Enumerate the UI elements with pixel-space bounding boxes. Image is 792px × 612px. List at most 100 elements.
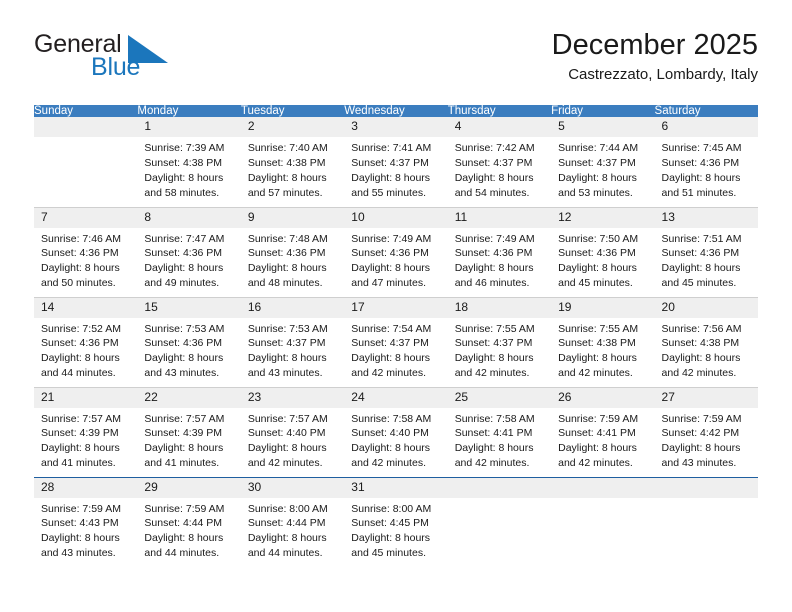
day-number: 22 xyxy=(137,387,241,408)
sun-info: Sunrise: 7:57 AM Sunset: 4:40 PM Daylight:… xyxy=(241,408,344,472)
calendar-day-cell[interactable]: 24 Sunrise: 7:58 AM Sunset: 4:40 PM Dayligh… xyxy=(344,386,448,477)
calendar-day-cell[interactable]: 27 Sunrise: 7:59 AM Sunset: 4:42 PM Dayligh… xyxy=(654,386,758,477)
calendar-day-cell[interactable]: 23 Sunrise: 7:57 AM Sunset: 4:40 PM Dayligh… xyxy=(240,386,345,477)
daylight-duration-line2: and 42 minutes. xyxy=(351,367,426,380)
daylight-duration-line2: and 42 minutes. xyxy=(661,367,737,380)
daylight-duration-line2: and 42 minutes. xyxy=(454,457,530,470)
sunset-time: Sunset: 4:37 PM xyxy=(454,156,533,169)
calendar-week-row: 7 Sunrise: 7:46 AM Sunset: 4:36 PM Daylight… xyxy=(34,206,758,297)
daylight-duration-line1: Daylight: 8 hours xyxy=(351,171,431,184)
day-number: 16 xyxy=(240,297,345,318)
sunset-time: Sunset: 4:36 PM xyxy=(144,337,223,350)
calendar-header-row: Sunday Monday Tuesday Wednesday Thursday… xyxy=(34,105,758,117)
calendar-day-cell[interactable]: 7 Sunrise: 7:46 AM Sunset: 4:36 PM Daylight… xyxy=(34,206,138,297)
sun-info: Sunrise: 7:51 AM Sunset: 4:36 PM Daylight:… xyxy=(655,228,758,292)
daylight-duration-line2: and 57 minutes. xyxy=(247,186,323,199)
calendar-day-cell[interactable]: 25 Sunrise: 7:58 AM Sunset: 4:41 PM Dayligh… xyxy=(447,386,552,477)
logo-text-blue: Blue xyxy=(91,53,141,81)
daylight-duration-line2: and 41 minutes. xyxy=(41,457,116,470)
sunrise-time: Sunrise: 7:46 AM xyxy=(41,232,121,245)
calendar-day-cell[interactable]: 20 Sunrise: 7:56 AM Sunset: 4:38 PM Dayligh… xyxy=(654,296,758,387)
daylight-duration-line2: and 55 minutes. xyxy=(351,186,426,199)
sun-info: Sunrise: 8:00 AM Sunset: 4:45 PM Daylight:… xyxy=(344,498,447,562)
daylight-duration-line1: Daylight: 8 hours xyxy=(351,352,431,365)
daylight-duration-line2: and 53 minutes. xyxy=(558,186,633,199)
weekday-header-wednesday: Wednesday xyxy=(344,105,448,117)
sun-info: Sunrise: 7:58 AM Sunset: 4:41 PM Daylight:… xyxy=(448,408,551,472)
sunrise-time: Sunrise: 7:59 AM xyxy=(661,412,742,425)
calendar-day-cell[interactable]: 15 Sunrise: 7:53 AM Sunset: 4:36 PM Dayligh… xyxy=(137,296,241,387)
calendar-day-cell[interactable]: 18 Sunrise: 7:55 AM Sunset: 4:37 PM Dayligh… xyxy=(447,296,552,387)
weekday-header-friday: Friday xyxy=(551,105,655,117)
calendar-day-cell[interactable]: 26 Sunrise: 7:59 AM Sunset: 4:41 PM Dayligh… xyxy=(551,386,655,477)
calendar-day-cell[interactable]: 17 Sunrise: 7:54 AM Sunset: 4:37 PM Dayligh… xyxy=(344,296,448,387)
daylight-duration-line2: and 44 minutes. xyxy=(247,547,323,560)
calendar-day-cell[interactable]: 5 Sunrise: 7:44 AM Sunset: 4:37 PM Daylight… xyxy=(551,117,655,207)
sunset-time: Sunset: 4:39 PM xyxy=(144,427,223,440)
general-blue-logo[interactable]: General Blue xyxy=(34,30,274,92)
calendar-day-cell[interactable]: 2 Sunrise: 7:40 AM Sunset: 4:38 PM Daylight… xyxy=(240,117,345,207)
calendar-day-cell[interactable]: 29 Sunrise: 7:59 AM Sunset: 4:44 PM Dayligh… xyxy=(137,476,241,567)
day-number: 18 xyxy=(447,297,552,318)
daylight-duration-line1: Daylight: 8 hours xyxy=(558,171,637,184)
day-number xyxy=(551,477,655,498)
sun-info: Sunrise: 7:59 AM Sunset: 4:43 PM Daylight:… xyxy=(34,498,137,562)
calendar-day-cell[interactable]: 1 Sunrise: 7:39 AM Sunset: 4:38 PM Daylight… xyxy=(137,117,241,207)
location-subtitle: Castrezzato, Lombardy, Italy xyxy=(568,66,758,84)
daylight-duration-line2: and 49 minutes. xyxy=(144,277,220,290)
calendar-day-cell[interactable]: 6 Sunrise: 7:45 AM Sunset: 4:36 PM Daylight… xyxy=(654,117,758,207)
calendar-day-cell[interactable]: 28 Sunrise: 7:59 AM Sunset: 4:43 PM Dayligh… xyxy=(34,476,138,567)
sun-info: Sunrise: 7:49 AM Sunset: 4:36 PM Daylight:… xyxy=(344,228,447,292)
calendar-day-cell[interactable]: 14 Sunrise: 7:52 AM Sunset: 4:36 PM Dayligh… xyxy=(34,296,138,387)
calendar-day-cell[interactable]: 10 Sunrise: 7:49 AM Sunset: 4:36 PM Dayligh… xyxy=(344,206,448,297)
day-number: 28 xyxy=(34,477,138,498)
calendar-day-cell[interactable]: 4 Sunrise: 7:42 AM Sunset: 4:37 PM Daylight… xyxy=(447,117,552,207)
sunset-time: Sunset: 4:38 PM xyxy=(558,337,636,350)
daylight-duration-line1: Daylight: 8 hours xyxy=(661,442,741,455)
sun-info: Sunrise: 7:54 AM Sunset: 4:37 PM Daylight:… xyxy=(344,318,447,382)
weekday-header-sunday: Sunday xyxy=(34,105,138,117)
calendar-day-cell[interactable]: 13 Sunrise: 7:51 AM Sunset: 4:36 PM Dayligh… xyxy=(654,206,758,297)
calendar-day-cell[interactable]: 19 Sunrise: 7:55 AM Sunset: 4:38 PM Dayligh… xyxy=(551,296,655,387)
calendar-day-cell[interactable]: 21 Sunrise: 7:57 AM Sunset: 4:39 PM Dayligh… xyxy=(34,386,138,477)
sunrise-time: Sunrise: 7:59 AM xyxy=(558,412,639,425)
sunset-time: Sunset: 4:37 PM xyxy=(558,156,636,169)
daylight-duration-line2: and 44 minutes. xyxy=(144,547,220,560)
daylight-duration-line2: and 42 minutes. xyxy=(247,457,323,470)
calendar-day-cell-empty xyxy=(654,476,758,567)
sun-info: Sunrise: 7:58 AM Sunset: 4:40 PM Daylight:… xyxy=(344,408,447,472)
daylight-duration-line1: Daylight: 8 hours xyxy=(454,171,534,184)
calendar-day-cell[interactable]: 31 Sunrise: 8:00 AM Sunset: 4:45 PM Dayligh… xyxy=(344,476,448,567)
sunrise-time: Sunrise: 7:49 AM xyxy=(454,232,535,245)
calendar-day-cell[interactable]: 11 Sunrise: 7:49 AM Sunset: 4:36 PM Dayligh… xyxy=(447,206,552,297)
weekday-header-tuesday: Tuesday xyxy=(240,105,345,117)
calendar-day-cell[interactable]: 22 Sunrise: 7:57 AM Sunset: 4:39 PM Dayligh… xyxy=(137,386,241,477)
daylight-duration-line2: and 43 minutes. xyxy=(144,367,220,380)
sunrise-time: Sunrise: 7:50 AM xyxy=(558,232,639,245)
sun-info: Sunrise: 7:53 AM Sunset: 4:37 PM Daylight:… xyxy=(241,318,344,382)
sun-info: Sunrise: 7:45 AM Sunset: 4:36 PM Daylight:… xyxy=(655,137,758,201)
sunrise-time: Sunrise: 7:53 AM xyxy=(144,322,225,335)
calendar-day-cell[interactable]: 30 Sunrise: 8:00 AM Sunset: 4:44 PM Dayligh… xyxy=(240,476,345,567)
calendar-day-cell[interactable]: 9 Sunrise: 7:48 AM Sunset: 4:36 PM Daylight… xyxy=(240,206,345,297)
day-number xyxy=(34,117,138,137)
daylight-duration-line2: and 42 minutes. xyxy=(351,457,426,470)
daylight-duration-line2: and 46 minutes. xyxy=(454,277,530,290)
sunset-time: Sunset: 4:42 PM xyxy=(661,427,740,440)
sunset-time: Sunset: 4:38 PM xyxy=(661,337,740,350)
calendar-week-row: 14 Sunrise: 7:52 AM Sunset: 4:36 PM Dayligh… xyxy=(34,296,758,387)
weekday-header-thursday: Thursday xyxy=(447,105,552,117)
daylight-duration-line1: Daylight: 8 hours xyxy=(351,262,431,275)
page-header: General Blue December 2025 Castrezzato, … xyxy=(34,29,758,96)
calendar-day-cell[interactable]: 3 Sunrise: 7:41 AM Sunset: 4:37 PM Daylight… xyxy=(344,117,448,207)
calendar-day-cell[interactable]: 12 Sunrise: 7:50 AM Sunset: 4:36 PM Dayligh… xyxy=(551,206,655,297)
daylight-duration-line1: Daylight: 8 hours xyxy=(558,262,637,275)
calendar-day-cell[interactable]: 8 Sunrise: 7:47 AM Sunset: 4:36 PM Daylight… xyxy=(137,206,241,297)
sunrise-time: Sunrise: 7:58 AM xyxy=(351,412,432,425)
daylight-duration-line2: and 45 minutes. xyxy=(351,547,426,560)
daylight-duration-line2: and 45 minutes. xyxy=(558,277,633,290)
day-number: 17 xyxy=(344,297,448,318)
calendar-day-cell[interactable]: 16 Sunrise: 7:53 AM Sunset: 4:37 PM Dayligh… xyxy=(240,296,345,387)
day-number: 24 xyxy=(344,387,448,408)
sun-info: Sunrise: 7:55 AM Sunset: 4:38 PM Daylight:… xyxy=(551,318,654,382)
